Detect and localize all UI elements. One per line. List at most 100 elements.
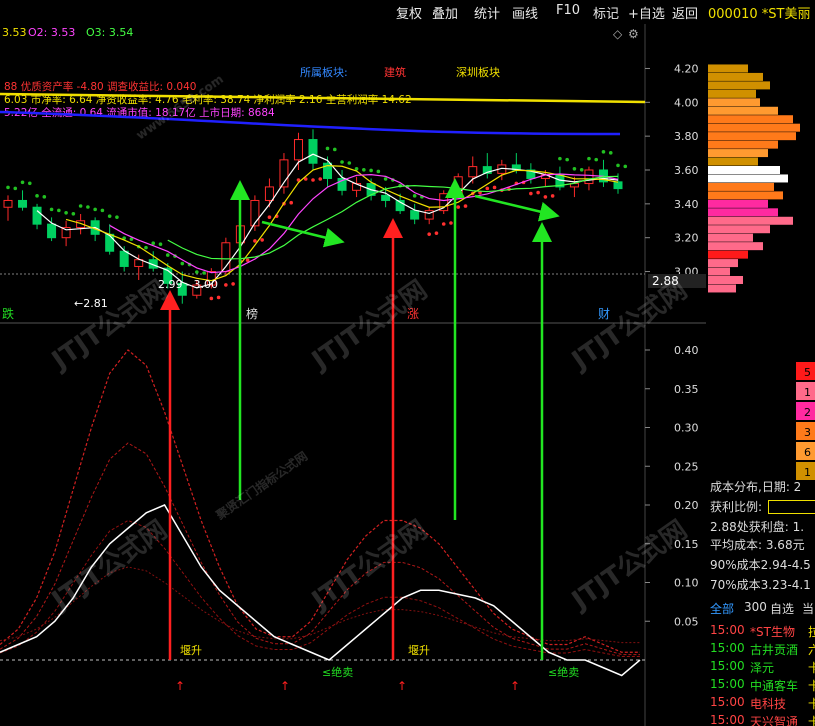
- candle-body: [119, 250, 129, 267]
- sar-dot: [42, 195, 47, 199]
- list-row-name[interactable]: 泽元: [750, 659, 774, 676]
- cost-bar: [708, 166, 780, 174]
- sar-dot: [13, 186, 18, 191]
- profit-ratio-label: 获利比例:: [710, 500, 763, 514]
- sar-dot: [332, 147, 337, 152]
- list-row-name[interactable]: 古井贡酒: [750, 641, 798, 658]
- candle-body: [47, 223, 57, 239]
- sar-dot: [529, 191, 533, 196]
- candle-body: [250, 199, 260, 227]
- svg-text:JTJT公式网: JTJT公式网: [45, 515, 173, 617]
- sar-dot: [107, 214, 112, 218]
- list-tab-watch[interactable]: 自选: [770, 600, 794, 617]
- list-row-tail: 卡: [808, 715, 815, 726]
- sar-dot: [318, 177, 323, 181]
- low-price-annotation: ←2.81: [74, 297, 108, 310]
- candle-body: [32, 206, 42, 225]
- sar-dot: [441, 222, 446, 226]
- signal-buy-1: 堰升: [180, 644, 202, 657]
- cost-legend: 5 1 2 3 6 1: [796, 362, 815, 480]
- list-row-time[interactable]: 15:00: [710, 641, 745, 655]
- cost-bar: [708, 115, 793, 124]
- ma-value-o3: O3: 3.54: [86, 26, 133, 39]
- sar-dot: [49, 207, 54, 212]
- svg-text:聚贤汇门指标公式网: 聚贤汇门指标公式网: [212, 448, 310, 523]
- cost-bar: [708, 225, 770, 234]
- cost-bar: [708, 64, 748, 73]
- list-row-name[interactable]: *ST生物: [750, 623, 795, 640]
- indicator-tick-label: 0.25: [674, 460, 699, 473]
- cost-bar: [708, 216, 793, 225]
- sar-dot: [253, 239, 257, 243]
- sar-dot: [616, 163, 620, 168]
- up-arrow-icon: ↑: [397, 679, 407, 693]
- cost-bar: [708, 89, 756, 98]
- candlestick-series: [3, 129, 623, 304]
- cost-bar: [708, 242, 763, 251]
- sar-dot: [376, 169, 381, 174]
- sar-dot: [267, 215, 272, 220]
- cost-bar: [708, 182, 774, 191]
- profit-ratio-box: [768, 500, 815, 514]
- average-cost: 平均成本: 3.68元: [710, 538, 805, 552]
- list-row-time[interactable]: 15:00: [710, 695, 745, 709]
- cost-bar: [708, 276, 743, 284]
- list-row-tail: 卡: [808, 679, 815, 693]
- cost-bar: [708, 157, 758, 166]
- candle-body: [293, 139, 303, 161]
- sar-dot: [463, 204, 468, 208]
- candle-body: [613, 181, 623, 190]
- list-row-time[interactable]: 15:00: [710, 713, 745, 726]
- signal-sell-2: ≤绝卖: [548, 665, 579, 679]
- cost-bar: [708, 81, 770, 90]
- sar-dot: [456, 205, 461, 209]
- cost-bar: [708, 233, 753, 242]
- list-row-tail: 拉: [808, 625, 815, 639]
- cost-bar: [708, 123, 800, 132]
- list-row-name[interactable]: 天兴智通: [750, 713, 798, 726]
- list-row-time[interactable]: 15:00: [710, 677, 745, 691]
- list-row-name[interactable]: 中通客车: [750, 677, 798, 694]
- candle-body: [308, 139, 318, 164]
- sar-dot: [492, 185, 497, 190]
- cost-bar: [708, 72, 763, 81]
- indicator-lines: [0, 349, 641, 677]
- price-tick-label: 3.20: [674, 232, 699, 245]
- cost-bar: [708, 199, 768, 208]
- cost-legend-0: 5: [804, 366, 811, 379]
- list-tab-current[interactable]: 当: [802, 600, 814, 617]
- sar-dot: [536, 190, 540, 195]
- indicator-tick-label: 0.40: [674, 344, 699, 357]
- cost-date-line: 成本分布,日期: 2: [710, 480, 802, 494]
- sar-dot: [594, 157, 599, 162]
- price-tick-label: 4.20: [674, 62, 699, 75]
- sar-dot: [543, 195, 548, 199]
- indicator-axis: 0.400.350.300.250.200.150.100.05: [645, 344, 699, 628]
- list-row-time[interactable]: 15:00: [710, 623, 745, 637]
- sar-dot: [427, 232, 431, 236]
- event-marker-list: 榜: [246, 306, 258, 321]
- sar-dot: [78, 204, 83, 208]
- ma-value-o2: O2: 3.53: [28, 26, 75, 39]
- sar-dot: [347, 161, 352, 165]
- sar-dot: [311, 178, 315, 182]
- candle-body: [410, 210, 420, 220]
- price-tick-label: 3.60: [674, 164, 699, 177]
- sar-dot: [6, 185, 10, 190]
- candle-body: [105, 233, 115, 252]
- list-row-time[interactable]: 15:00: [710, 659, 745, 673]
- ma-blue-line: [0, 110, 621, 136]
- sar-dot: [216, 295, 221, 300]
- sar-dot: [115, 215, 119, 219]
- list-tab-300[interactable]: 300: [744, 600, 767, 614]
- gear-icon: ⚙: [628, 27, 639, 41]
- list-row-name[interactable]: 电科技: [750, 695, 786, 712]
- annotation-arrow-green-5: [474, 194, 560, 222]
- sar-dot: [289, 200, 294, 205]
- sar-dot: [35, 194, 39, 198]
- cost-bar: [708, 284, 736, 293]
- cost-info-panel: 成本分布,日期: 2 获利比例: 2.88处获利盘: 1. 平均成本: 3.68…: [706, 470, 815, 726]
- event-marker-fall: 跌: [2, 306, 14, 321]
- cost-bar: [708, 106, 778, 115]
- list-tab-all[interactable]: 全部: [710, 600, 734, 617]
